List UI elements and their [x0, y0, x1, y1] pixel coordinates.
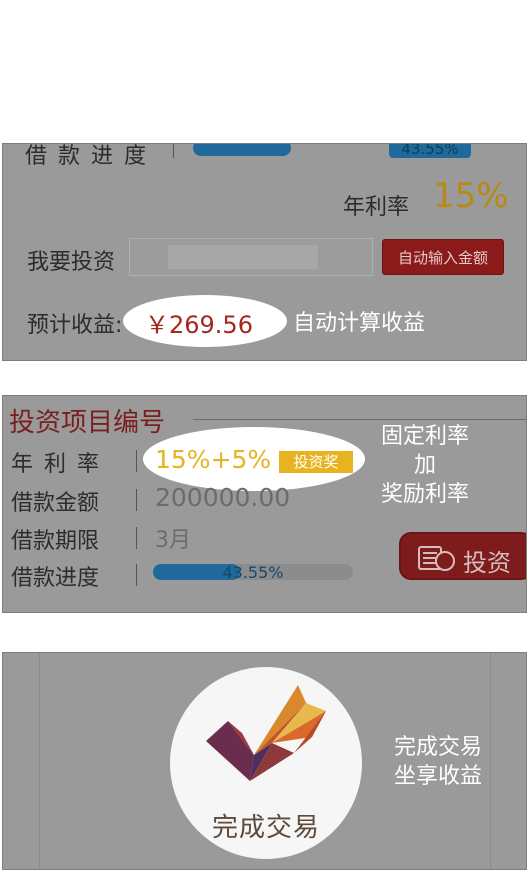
- divider: [173, 144, 174, 158]
- divider: [136, 450, 137, 472]
- annotation-line: 奖励利率: [380, 482, 469, 507]
- annotation-line: 完成交易: [393, 735, 482, 760]
- complete-annotation: 完成交易 坐享收益: [379, 733, 497, 791]
- invest-button[interactable]: 投资: [399, 532, 526, 580]
- progress-bar: 43.55%: [153, 563, 353, 582]
- rate-annotation: 固定利率 加 奖励利率: [365, 422, 485, 509]
- row-label-progress: 借款进度: [11, 566, 100, 591]
- divider: [39, 653, 40, 869]
- bonus-badge: 投资奖: [279, 451, 353, 473]
- progress-bar-fill: [193, 144, 291, 156]
- row-value-term: 3月: [155, 528, 191, 553]
- complete-logo-text: 完成交易: [211, 813, 320, 843]
- complete-badge: 完成交易: [170, 667, 362, 859]
- project-card-panel: 投资项目编号 年 利 率 15%+5% 投资奖 借款金额 200000.00 借…: [2, 395, 527, 613]
- invest-amount-input[interactable]: [129, 238, 373, 276]
- invest-label: 我要投资: [27, 250, 116, 275]
- divider: [136, 564, 137, 586]
- checkmark-icon: [206, 685, 326, 781]
- auto-calc-annotation: 自动计算收益: [293, 311, 426, 336]
- input-value-placeholder: [168, 245, 318, 269]
- row-value-rate: 15%+5%: [155, 445, 272, 474]
- expected-earnings-value: ￥269.56: [145, 311, 253, 339]
- invest-button-label: 投资: [463, 549, 511, 577]
- progress-label: 借 款 进 度: [25, 144, 148, 169]
- row-label-term: 借款期限: [11, 529, 100, 554]
- divider: [136, 527, 137, 549]
- progress-percent-badge: 43.55%: [389, 144, 471, 158]
- expected-earnings-label: 预计收益:: [27, 313, 123, 338]
- divider: [136, 489, 137, 511]
- row-value-amount: 200000.00: [155, 483, 291, 512]
- coins-icon: [418, 546, 455, 571]
- row-label-rate: 年 利 率: [11, 452, 101, 477]
- trade-complete-panel: 完成交易 完成交易 坐享收益: [2, 652, 527, 870]
- annotation-line: 坐享收益: [393, 764, 482, 789]
- row-label-amount: 借款金额: [11, 491, 100, 516]
- annotation-line: 固定利率: [380, 424, 469, 449]
- title-rule: [193, 419, 526, 420]
- autofill-amount-button[interactable]: 自动输入金额: [382, 239, 504, 275]
- annotation-line: 加: [413, 453, 436, 478]
- rate-value: 15%: [433, 176, 509, 216]
- progress-percent: 43.55%: [222, 563, 284, 582]
- project-title: 投资项目编号: [9, 408, 166, 438]
- rate-label: 年利率: [343, 195, 410, 220]
- invest-calculator-panel: 借 款 进 度 43.55% 年利率 15% 我要投资 自动输入金额 预计收益:…: [2, 143, 527, 361]
